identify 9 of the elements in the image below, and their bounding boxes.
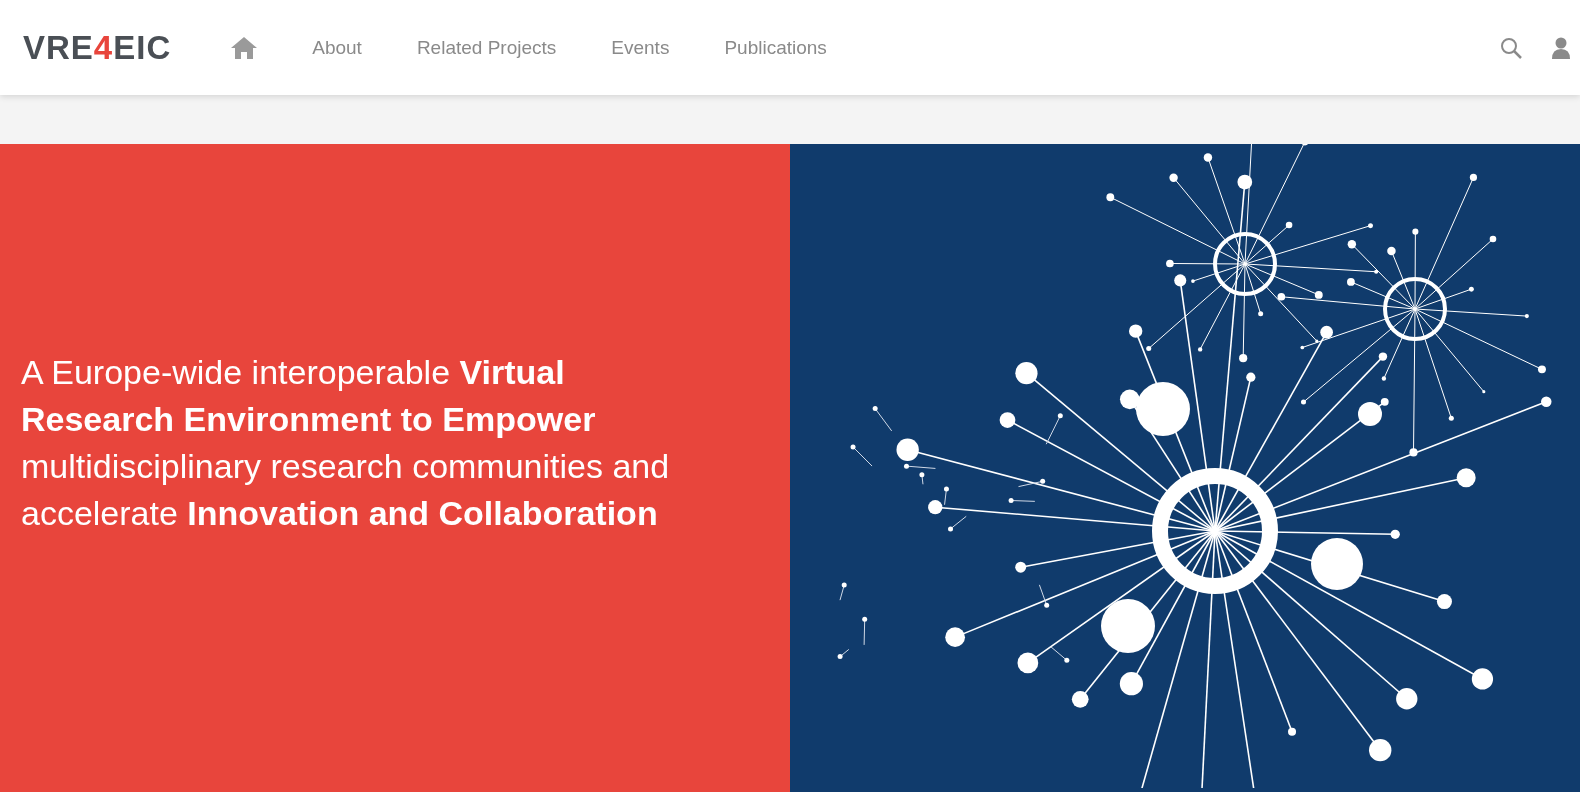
hero-headline: A Europe-wide interoperable Virtual Research Environment to Empower multidisciplinary research communities and accelerate Innovation and Collaboration — [21, 352, 671, 534]
user-icon[interactable] — [1552, 36, 1570, 59]
home-icon[interactable] — [231, 36, 258, 59]
nav-link[interactable]: About — [312, 36, 362, 59]
site-logo[interactable]: VRE4EIC — [23, 28, 172, 67]
search-icon[interactable] — [1500, 36, 1522, 59]
nav-link[interactable]: Events — [611, 36, 670, 59]
nav-link[interactable]: Related Projects — [416, 36, 557, 59]
nav-link[interactable]: Publications — [724, 36, 827, 59]
